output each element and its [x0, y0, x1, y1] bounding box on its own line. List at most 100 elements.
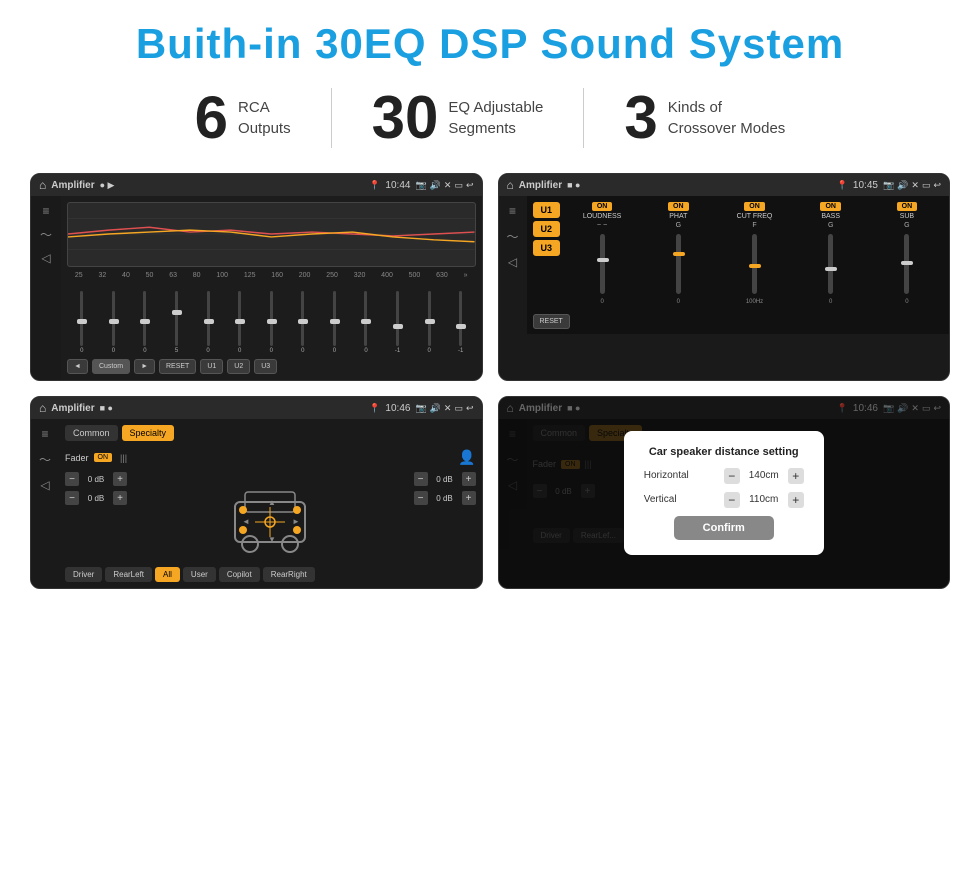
dialog-label-horizontal: Horizontal — [644, 470, 689, 481]
stat-number-3: 3 — [624, 88, 657, 148]
eq-sidebar-icon-2: 〜 — [40, 226, 52, 243]
cross-cutfreq: ON CUT FREQ F 100Hz — [718, 202, 790, 305]
cross-loudness: ON LOUDNESS ~~ 0 — [566, 202, 638, 305]
u3-btn-1[interactable]: U3 — [254, 359, 277, 374]
stat-label-crossover: Kinds of Crossover Modes — [668, 97, 786, 139]
fader-label: Fader — [65, 453, 89, 463]
android-bar-2: ⌂ Amplifier ■ ● 📍 10:45 📷 🔊 ✕ ▭ ↩ — [499, 174, 950, 196]
stat-eq: 30 EQ Adjustable Segments — [332, 88, 584, 148]
eq-slider-4: 0 — [193, 291, 223, 354]
dialog-plus-horizontal[interactable]: + — [788, 468, 804, 484]
eq-slider-7: 0 — [288, 291, 318, 354]
dialog-plus-vertical[interactable]: + — [788, 492, 804, 508]
vol-minus-rl[interactable]: − — [65, 491, 79, 505]
btn-rearright[interactable]: RearRight — [263, 567, 315, 582]
eq-slider-0: 0 — [67, 291, 97, 354]
bar-icons-2: 📷 🔊 ✕ ▭ ↩ — [883, 180, 941, 191]
amp-sidebar-2: ≡ 〜 ◁ — [499, 196, 527, 334]
eq-slider-6: 0 — [256, 291, 286, 354]
cross-bass: ON BASS G 0 — [795, 202, 867, 305]
vol-row-fl: − 0 dB + — [65, 472, 127, 486]
dialog-overlay: Car speaker distance setting Horizontal … — [499, 397, 950, 588]
amp-icon-2b: 〜 — [506, 228, 518, 245]
tab-common[interactable]: Common — [65, 425, 118, 441]
amp-icon-2c: ◁ — [508, 255, 517, 269]
svg-text:▼: ▼ — [268, 535, 276, 544]
prev-btn[interactable]: ◄ — [67, 359, 88, 374]
car-svg: ▲ ▼ ◄ ► — [225, 472, 315, 562]
stat-crossover: 3 Kinds of Crossover Modes — [584, 88, 825, 148]
speaker-layout: − 0 dB + − 0 dB + — [65, 472, 476, 562]
speaker-screen-content: ≡ 〜 ◁ Common Specialty Fader ON ||| — [31, 419, 482, 588]
stat-label-eq: EQ Adjustable Segments — [448, 97, 543, 139]
crossover-screen-content: ≡ 〜 ◁ U1 U2 U3 — [499, 196, 950, 334]
fader-on: ON — [94, 453, 113, 462]
vol-minus-fl[interactable]: − — [65, 472, 79, 486]
vol-minus-fr[interactable]: − — [414, 472, 428, 486]
custom-btn[interactable]: Custom — [92, 359, 130, 374]
u1-btn-1[interactable]: U1 — [200, 359, 223, 374]
tab-specialty[interactable]: Specialty — [122, 425, 175, 441]
android-bar-3: ⌂ Amplifier ■ ● 📍 10:46 📷 🔊 ✕ ▭ ↩ — [31, 397, 482, 419]
vol-minus-rr[interactable]: − — [414, 491, 428, 505]
dialog-minus-horizontal[interactable]: − — [724, 468, 740, 484]
btn-copilot[interactable]: Copilot — [219, 567, 260, 582]
home-icon-3: ⌂ — [39, 401, 46, 415]
vol-row-fr: − 0 dB + — [414, 472, 476, 486]
dialog-control-vertical: − 110cm + — [724, 492, 804, 508]
location-icon-2: 📍 — [837, 180, 848, 191]
u3-btn-2[interactable]: U3 — [533, 240, 561, 256]
btn-user[interactable]: User — [183, 567, 216, 582]
u1-btn-2[interactable]: U1 — [533, 202, 561, 218]
play-btn[interactable]: ► — [134, 359, 155, 374]
dialog-value-vertical: 110cm — [744, 494, 784, 505]
cross-sub: ON SUB G 0 — [871, 202, 943, 305]
screens-grid: ⌂ Amplifier ● ▶ 📍 10:44 📷 🔊 ✕ ▭ ↩ ≡ 〜 — [30, 173, 950, 589]
btn-rearleft[interactable]: RearLeft — [105, 567, 152, 582]
dot-icons-2: ■ ● — [567, 180, 580, 190]
vol-row-rl: − 0 dB + — [65, 491, 127, 505]
eq-slider-9: 0 — [351, 291, 381, 354]
dialog-label-vertical: Vertical — [644, 494, 677, 505]
u2-btn-1[interactable]: U2 — [227, 359, 250, 374]
vol-plus-rl[interactable]: + — [113, 491, 127, 505]
dialog-minus-vertical[interactable]: − — [724, 492, 740, 508]
btn-driver[interactable]: Driver — [65, 567, 102, 582]
screen-crossover: ⌂ Amplifier ■ ● 📍 10:45 📷 🔊 ✕ ▭ ↩ ≡ 〜 — [498, 173, 951, 381]
eq-main: 25 32 40 50 63 80 100 125 160 200 250 32… — [61, 196, 482, 380]
spk-icon-b: 〜 — [39, 451, 51, 468]
amp-icon-2a: ≡ — [509, 204, 516, 218]
bar-icons-3: 📷 🔊 ✕ ▭ ↩ — [415, 403, 473, 414]
stat-label-rca: RCA Outputs — [238, 97, 291, 139]
screen-speaker: ⌂ Amplifier ■ ● 📍 10:46 📷 🔊 ✕ ▭ ↩ ≡ 〜 — [30, 396, 483, 589]
fader-icon: ||| — [120, 453, 127, 463]
vol-plus-fl[interactable]: + — [113, 472, 127, 486]
time-1: 10:44 — [385, 180, 410, 191]
eq-sidebar: ≡ 〜 ◁ — [31, 196, 61, 380]
dot-icons-3: ■ ● — [100, 403, 113, 413]
u2-btn-2[interactable]: U2 — [533, 221, 561, 237]
reset-btn-1[interactable]: RESET — [159, 359, 196, 374]
dialog-row-vertical: Vertical − 110cm + — [644, 492, 804, 508]
confirm-button[interactable]: Confirm — [674, 516, 774, 540]
btn-all[interactable]: All — [155, 567, 180, 582]
home-icon-2: ⌂ — [507, 178, 514, 192]
main-title: Buith-in 30EQ DSP Sound System — [30, 20, 950, 68]
svg-text:►: ► — [292, 517, 300, 526]
speaker-distance-dialog: Car speaker distance setting Horizontal … — [624, 431, 824, 555]
vol-plus-fr[interactable]: + — [462, 472, 476, 486]
eq-bottom-bar: ◄ Custom ► RESET U1 U2 U3 — [67, 359, 476, 374]
reset-btn-2[interactable]: RESET — [533, 314, 570, 329]
eq-screen-content: ≡ 〜 ◁ — [31, 196, 482, 380]
vol-left: − 0 dB + − 0 dB + — [65, 472, 127, 505]
vol-val-rl: 0 dB — [82, 494, 110, 503]
dialog-control-horizontal: − 140cm + — [724, 468, 804, 484]
vol-plus-rr[interactable]: + — [462, 491, 476, 505]
stats-row: 6 RCA Outputs 30 EQ Adjustable Segments … — [30, 88, 950, 148]
bar-icons-1: 📷 🔊 ✕ ▭ ↩ — [415, 180, 473, 191]
eq-svg — [68, 203, 475, 266]
app-name-3: Amplifier — [51, 403, 94, 414]
stat-number-6: 6 — [195, 88, 228, 148]
eq-slider-5: 0 — [225, 291, 255, 354]
eq-freq-labels: 25 32 40 50 63 80 100 125 160 200 250 32… — [67, 272, 476, 279]
